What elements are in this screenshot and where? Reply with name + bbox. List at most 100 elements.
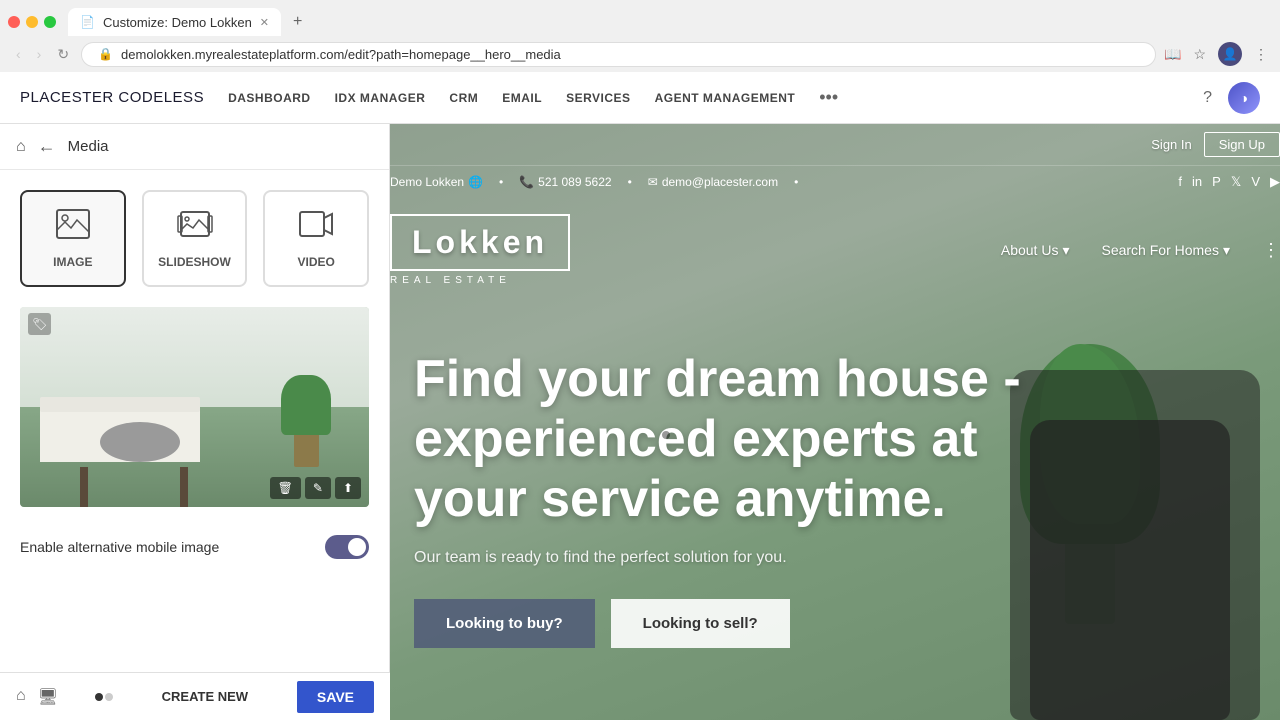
help-icon[interactable]: ?	[1203, 89, 1212, 107]
avatar-icon: ◑	[1240, 90, 1248, 106]
home-icon[interactable]: ⌂	[16, 687, 26, 707]
image-preview: 🏷 🗑 ✎ ⬆	[20, 307, 369, 507]
avatar-globe-icon: 🌐	[468, 175, 483, 189]
nav-more-button[interactable]: •••	[819, 87, 838, 108]
browser-tab[interactable]: 📄 Customize: Demo Lokken ✕	[68, 8, 281, 36]
panel-home-button[interactable]: ⌂	[16, 138, 26, 156]
brand-name: Lokken	[390, 214, 570, 271]
twitter-icon[interactable]: 𝕏	[1231, 174, 1241, 190]
dot-inactive	[105, 693, 113, 701]
edit-image-button[interactable]: ✎	[305, 477, 331, 499]
brand-sub: REAL ESTATE	[390, 275, 570, 286]
tab-close-icon[interactable]: ✕	[260, 16, 269, 29]
mobile-image-toggle[interactable]	[325, 535, 369, 559]
media-option-image[interactable]: IMAGE	[20, 190, 126, 287]
pinterest-icon[interactable]: P	[1212, 174, 1221, 190]
chevron-down-icon: ▾	[1062, 242, 1069, 259]
slideshow-label: SLIDESHOW	[158, 255, 231, 269]
forward-nav-button[interactable]: ›	[33, 44, 46, 64]
dot-active	[95, 693, 103, 701]
url-text: demolokken.myrealestateplatform.com/edit…	[121, 47, 561, 62]
nav-item-agent-management[interactable]: AGENT MANAGEMENT	[655, 91, 796, 105]
sign-in-link[interactable]: Sign In	[1151, 137, 1191, 152]
media-options: IMAGE SLIDESHOW	[0, 170, 389, 307]
more-options-icon[interactable]: ⋮	[1254, 46, 1268, 63]
traffic-lights	[8, 16, 56, 28]
tab-favicon: 📄	[80, 15, 95, 29]
panel-header: ⌂ ← Media	[0, 124, 389, 170]
desktop-icon[interactable]: 🖥	[38, 687, 58, 707]
bottom-bar: ⌂ 🖥 CREATE NEW SAVE	[0, 672, 390, 720]
create-new-button[interactable]: CREATE NEW	[150, 681, 260, 712]
url-bar[interactable]: 🔒 demolokken.myrealestateplatform.com/ed…	[81, 42, 1156, 67]
save-button[interactable]: SAVE	[297, 681, 374, 713]
hero-subtitle: Our team is ready to find the perfect so…	[414, 549, 1086, 567]
ssl-lock-icon: 🔒	[98, 47, 113, 61]
media-option-video[interactable]: VIDEO	[263, 190, 369, 287]
chevron-down-icon-2: ▾	[1223, 242, 1230, 259]
hero-buttons: Looking to buy? Looking to sell?	[414, 599, 1086, 648]
main-nav: DASHBOARD IDX MANAGER CRM EMAIL SERVICES…	[228, 87, 1179, 108]
site-brand: Lokken REAL ESTATE	[390, 214, 570, 286]
slideshow-icon	[177, 208, 213, 247]
linkedin-icon[interactable]: in	[1192, 174, 1202, 190]
nav-item-dashboard[interactable]: DASHBOARD	[228, 91, 311, 105]
phone-number: 521 089 5622	[538, 175, 611, 189]
image-icon	[55, 208, 91, 247]
close-button[interactable]	[8, 16, 20, 28]
nav-search-homes[interactable]: Search For Homes ▾	[1101, 242, 1230, 259]
sidebar-panel: ⌂ ← Media IMAGE	[0, 124, 390, 720]
nav-item-services[interactable]: SERVICES	[566, 91, 630, 105]
toggle-row: Enable alternative mobile image	[0, 519, 389, 575]
delete-image-button[interactable]: 🗑	[270, 477, 301, 499]
logo-sub: CODELESS	[118, 89, 204, 106]
agent-name-label: Demo Lokken	[390, 175, 464, 189]
site-nav-more-button[interactable]: ⋮	[1262, 240, 1280, 261]
toggle-knob	[348, 538, 366, 556]
nav-about-us[interactable]: About Us ▾	[1001, 242, 1070, 259]
site-nav: About Us ▾ Search For Homes ▾ ⋮	[1001, 240, 1280, 261]
facebook-icon[interactable]: f	[1178, 174, 1182, 190]
toggle-label: Enable alternative mobile image	[20, 539, 219, 555]
site-brand-nav: Lokken REAL ESTATE About Us ▾ Search For…	[390, 198, 1280, 302]
cta-buy-button[interactable]: Looking to buy?	[414, 599, 595, 648]
phone-icon: 📞	[519, 175, 534, 189]
bookmark-icon[interactable]: ☆	[1193, 46, 1206, 63]
nav-item-idx-manager[interactable]: IDX MANAGER	[335, 91, 426, 105]
sign-up-button[interactable]: Sign Up	[1204, 132, 1280, 157]
hero-content: Find your dream house - experienced expe…	[390, 302, 1110, 680]
media-option-slideshow[interactable]: SLIDESHOW	[142, 190, 248, 287]
minimize-button[interactable]	[26, 16, 38, 28]
reload-button[interactable]: ↻	[53, 44, 73, 65]
video-label: VIDEO	[298, 255, 335, 269]
reader-mode-icon[interactable]: 📖	[1164, 46, 1181, 63]
hero-title: Find your dream house - experienced expe…	[414, 350, 1086, 529]
panel-back-button[interactable]: ←	[38, 136, 56, 157]
fullscreen-button[interactable]	[44, 16, 56, 28]
social-icons: f in P 𝕏 V ▶	[1178, 174, 1280, 190]
nav-item-email[interactable]: EMAIL	[502, 91, 542, 105]
incognito-badge: 👤	[1218, 42, 1242, 66]
image-actions: 🗑 ✎ ⬆	[270, 477, 361, 499]
cursor	[662, 431, 670, 439]
nav-item-crm[interactable]: CRM	[449, 91, 478, 105]
logo-main: PLACESTER	[20, 89, 114, 106]
back-nav-button[interactable]: ‹	[12, 44, 25, 64]
email-icon: ✉	[648, 175, 658, 189]
new-tab-button[interactable]: +	[285, 9, 310, 35]
image-label: IMAGE	[53, 255, 92, 269]
vimeo-icon[interactable]: V	[1251, 174, 1260, 190]
user-avatar[interactable]: ◑	[1228, 82, 1260, 114]
youtube-icon[interactable]: ▶	[1270, 174, 1280, 190]
incognito-icon: 👤	[1223, 47, 1238, 61]
preview-area: Sign In Sign Up Demo Lokken 🌐 • 📞 521 08…	[390, 124, 1280, 720]
panel-title: Media	[68, 138, 109, 155]
image-overlay-icons: 🏷	[28, 315, 51, 333]
upload-image-button[interactable]: ⬆	[335, 477, 361, 499]
cta-sell-button[interactable]: Looking to sell?	[611, 599, 790, 648]
video-icon	[298, 208, 334, 247]
tab-title: Customize: Demo Lokken	[103, 15, 252, 30]
logo: PLACESTER CODELESS	[20, 89, 204, 106]
image-tag-icon: 🏷	[28, 313, 51, 335]
email-address: demo@placester.com	[662, 175, 778, 189]
